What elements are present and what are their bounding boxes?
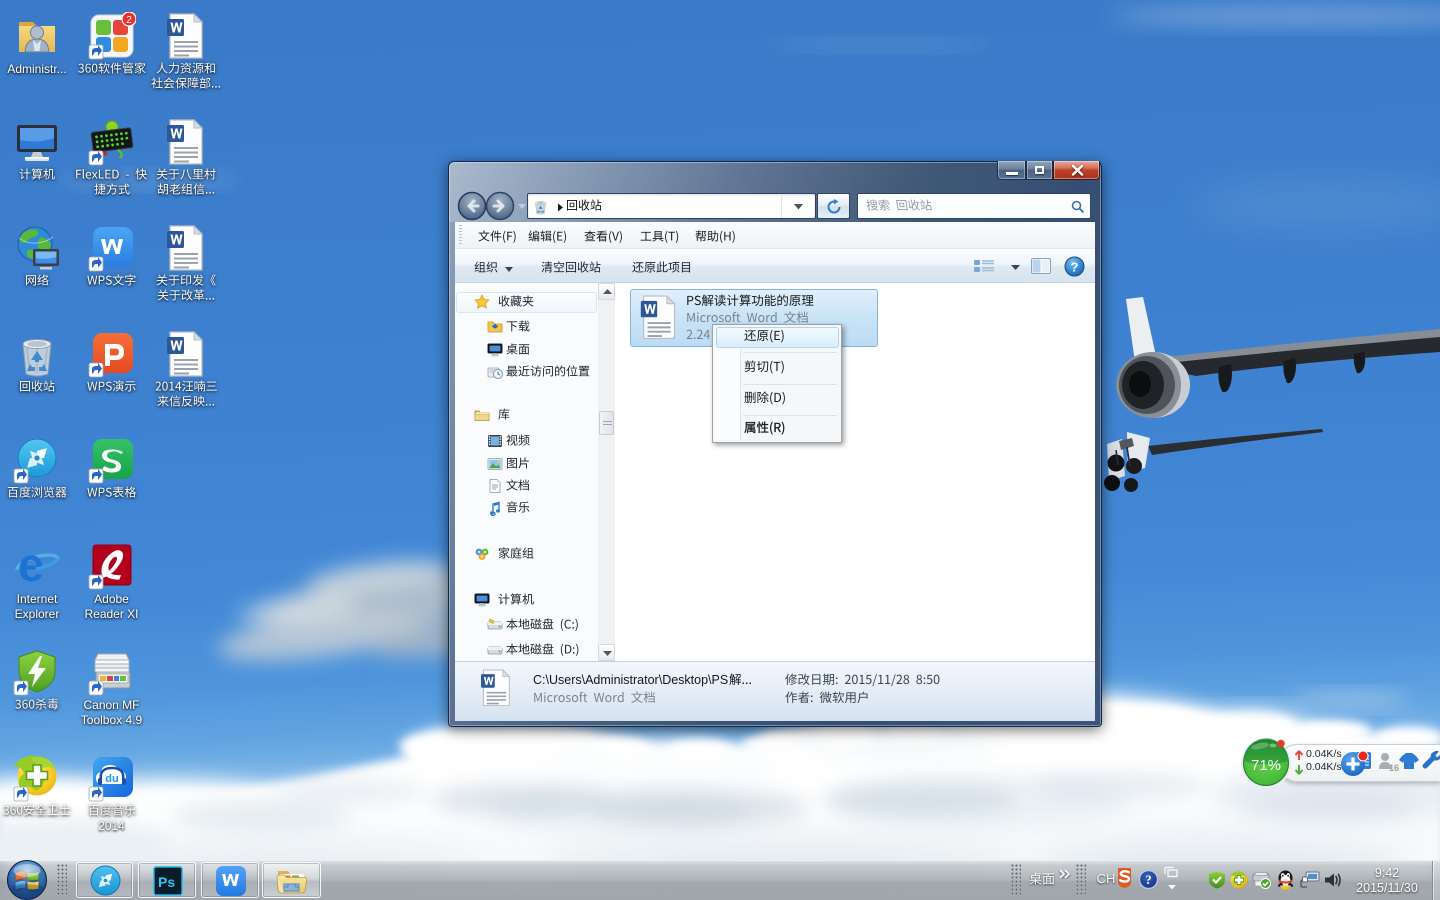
svg-text:?: ? (1071, 260, 1079, 275)
svg-text:2: 2 (126, 15, 132, 26)
svg-text:du: du (105, 773, 118, 785)
svg-text:e: e (18, 542, 44, 590)
svg-text:?: ? (1145, 873, 1151, 887)
svg-text:16: 16 (1389, 763, 1399, 773)
svg-text:71%: 71% (1251, 757, 1281, 774)
svg-text:Ps: Ps (158, 874, 175, 890)
